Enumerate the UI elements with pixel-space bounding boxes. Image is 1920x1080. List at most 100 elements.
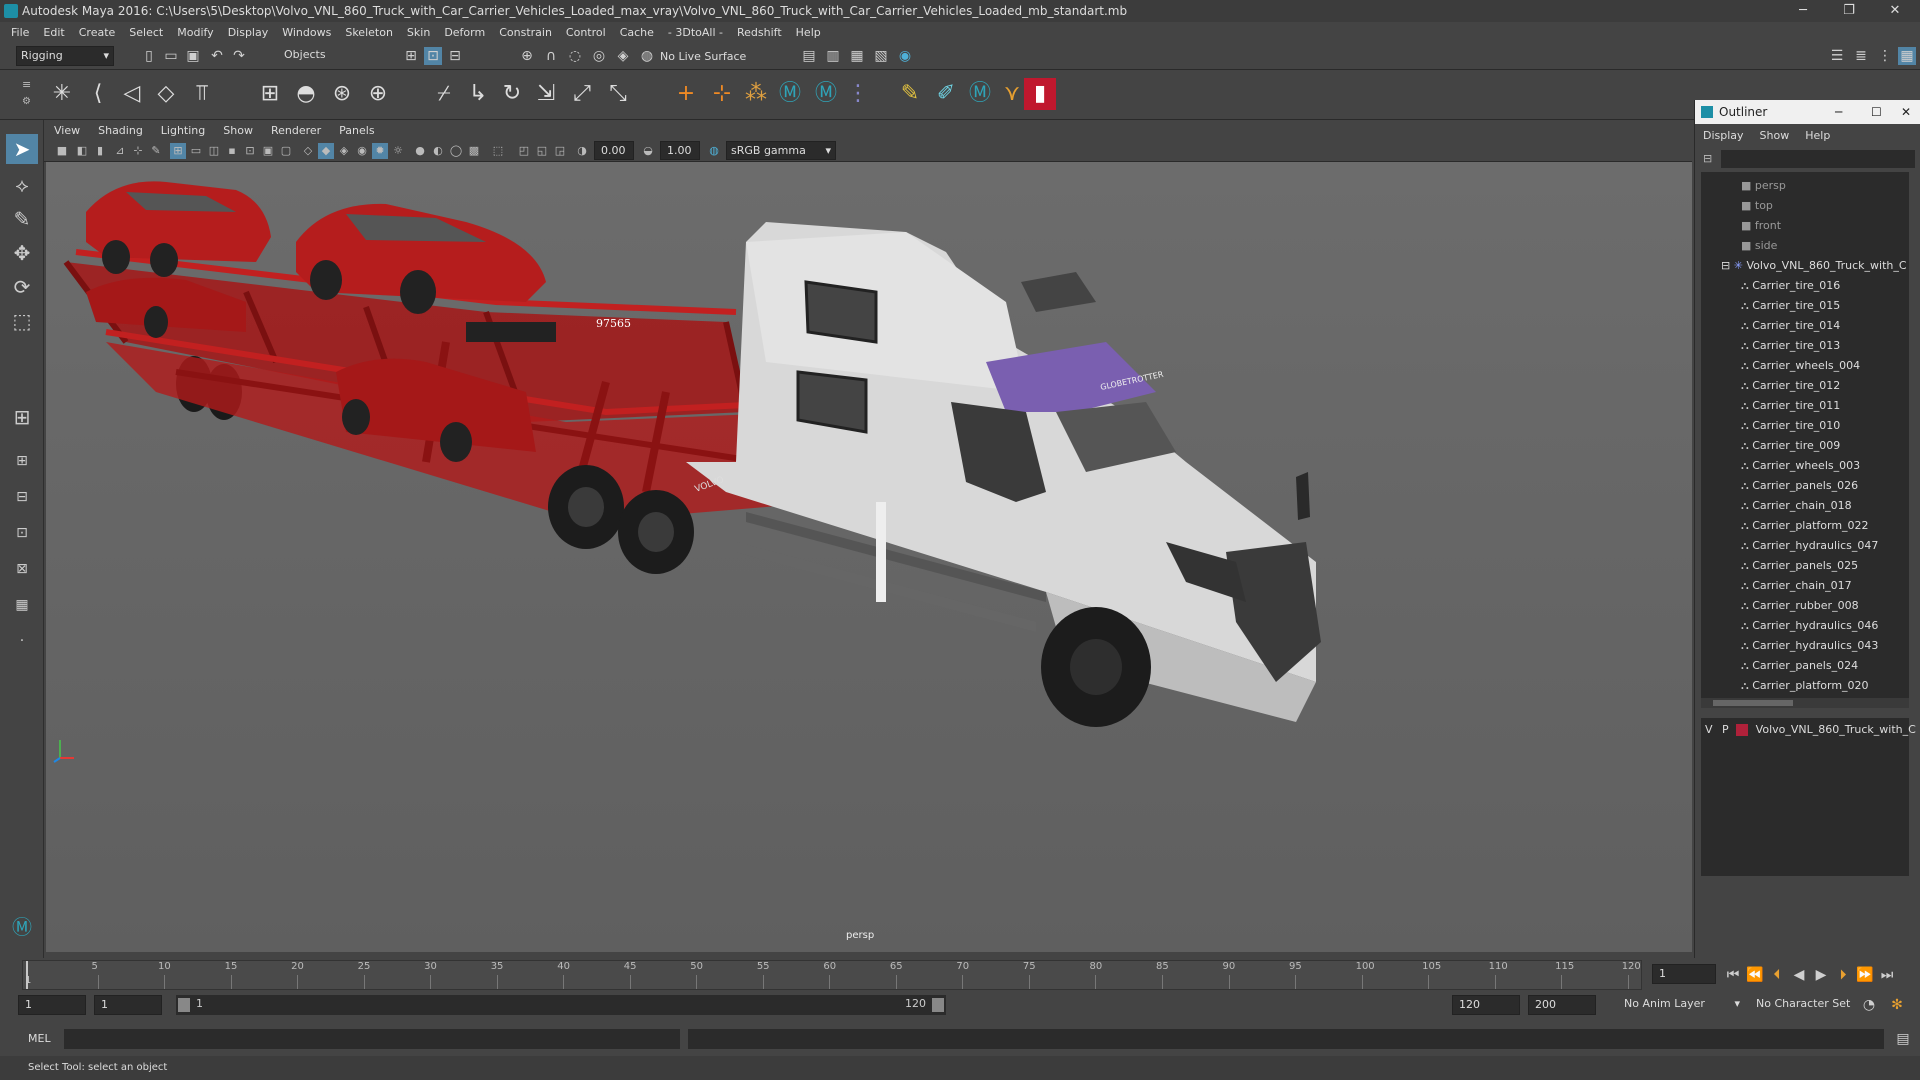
bind-skin-icon[interactable]: ⊞ — [254, 78, 286, 110]
undo-icon[interactable]: ↶ — [208, 47, 226, 65]
snap-point-icon[interactable]: ◌ — [566, 47, 584, 65]
maya-home-icon[interactable]: Ⓜ — [6, 912, 38, 942]
toggle-channel-box-icon[interactable]: ▦ — [1898, 47, 1916, 65]
panel-menu-renderer[interactable]: Renderer — [271, 124, 321, 137]
menu-deform[interactable]: Deform — [444, 26, 485, 39]
shelf-menu-icon[interactable]: ≡ — [22, 78, 31, 91]
outliner-menu-display[interactable]: Display — [1703, 129, 1744, 142]
wireframe-icon[interactable]: ◇ — [300, 143, 316, 159]
outliner-item[interactable]: ⛬ Carrier_platform_022 — [1741, 516, 1869, 536]
panel-menu-lighting[interactable]: Lighting — [161, 124, 205, 137]
menuset-dropdown[interactable]: Rigging ▾ — [16, 46, 114, 66]
character-controls-icon[interactable]: Ⓜ — [810, 78, 842, 110]
step-forward-key-icon[interactable]: ⏩ — [1856, 966, 1874, 984]
time-ruler[interactable]: 1 5 10 15 20 25 30 35 40 45 50 55 60 65 70 75 80 85 90 95 1… — [22, 960, 1642, 990]
anim-layer-dropdown[interactable]: No Anim Layer ▾ — [1620, 995, 1744, 1015]
menu-3dtoall[interactable]: - 3DtoAll - — [668, 26, 723, 39]
component-editor-icon[interactable]: ✐ — [930, 78, 962, 110]
open-scene-icon[interactable]: ▭ — [162, 47, 180, 65]
persp-graph-layout-icon[interactable]: ⊠ — [6, 554, 38, 584]
snap-view-icon[interactable]: ◎ — [590, 47, 608, 65]
ipr-render-icon[interactable]: ▥ — [824, 47, 842, 65]
command-language-toggle[interactable]: MEL — [28, 1032, 51, 1045]
outliner-item-front[interactable]: ■ front — [1741, 216, 1781, 236]
2d-pan-zoom-icon[interactable]: ⊹ — [130, 143, 146, 159]
collapse-icon[interactable]: ⊟ — [1721, 259, 1734, 272]
snap-live-icon[interactable]: ◍ — [638, 47, 656, 65]
menu-create[interactable]: Create — [79, 26, 116, 39]
panel-menu-shading[interactable]: Shading — [98, 124, 143, 137]
character-set-dropdown[interactable]: No Character Set — [1752, 995, 1864, 1015]
menu-control[interactable]: Control — [566, 26, 606, 39]
color-management-icon[interactable]: ◍ — [706, 143, 722, 159]
save-scene-icon[interactable]: ▣ — [184, 47, 202, 65]
outliner-item[interactable]: ⛬ Carrier_wheels_003 — [1741, 456, 1860, 476]
field-chart-icon[interactable]: ⊡ — [242, 143, 258, 159]
outliner-maximize-button[interactable]: ☐ — [1871, 105, 1882, 119]
viewport-persp[interactable]: 97565 GLOBETROTTER VOLVO persp — [46, 162, 1692, 952]
scale-constraint-icon[interactable]: ⇲ — [530, 78, 562, 110]
snap-grid-icon[interactable]: ⊕ — [518, 47, 536, 65]
minimize-button[interactable]: ─ — [1780, 0, 1826, 22]
select-component-icon[interactable]: ⊟ — [446, 47, 464, 65]
gate-mask-icon[interactable]: ▪ — [224, 143, 240, 159]
parent-constraint-icon[interactable]: ⤢ — [566, 78, 598, 110]
outliner-item[interactable]: ⛬ Carrier_tire_011 — [1741, 396, 1840, 416]
lasso-tool-icon[interactable]: ⟡ — [6, 170, 38, 200]
snap-curve-icon[interactable]: ∩ — [542, 47, 560, 65]
exposure-field[interactable]: 0.00 — [594, 141, 634, 160]
outliner-item[interactable]: ⛬ Carrier_panels_025 — [1741, 556, 1858, 576]
cluster-icon[interactable]: ⊕ — [362, 78, 394, 110]
xray-joints-icon[interactable]: ◱ — [534, 143, 550, 159]
step-forward-frame-icon[interactable]: ⏵ — [1834, 966, 1852, 984]
current-frame-field[interactable]: 1 — [1652, 964, 1716, 984]
play-forwards-icon[interactable]: ▶ — [1812, 966, 1830, 984]
layer-visibility-toggle[interactable]: V — [1705, 723, 1713, 736]
outliner-item-side[interactable]: ■ side — [1741, 236, 1777, 256]
safe-title-icon[interactable]: ▢ — [278, 143, 294, 159]
time-slider[interactable]: 1 5 10 15 20 25 30 35 40 45 50 55 60 65 70 75 80 85 90 95 1… — [0, 958, 1920, 992]
start-time-field[interactable]: 1 — [18, 995, 86, 1015]
hypershade-layout-icon[interactable]: ▦ — [6, 590, 38, 620]
xray-components-icon[interactable]: ◲ — [552, 143, 568, 159]
outliner-item[interactable]: ⛬ Carrier_chain_017 — [1741, 576, 1852, 596]
outliner-item[interactable]: ⛬ Carrier_panels_026 — [1741, 476, 1858, 496]
safe-action-icon[interactable]: ▣ — [260, 143, 276, 159]
pole-vector-icon[interactable]: ⤡ — [602, 78, 634, 110]
outliner-item[interactable]: ⛬ Carrier_platform_020 — [1741, 676, 1869, 696]
hypershade-icon[interactable]: ▧ — [872, 47, 890, 65]
play-backwards-icon[interactable]: ◀ — [1790, 966, 1808, 984]
menu-modify[interactable]: Modify — [177, 26, 213, 39]
outliner-item-top[interactable]: ■ top — [1741, 196, 1773, 216]
camera-attributes-icon[interactable]: ◧ — [74, 143, 90, 159]
outliner-tree[interactable]: ■ persp ■ top ■ front ■ side ⊟ ✳ Volvo_V… — [1701, 172, 1909, 698]
snap-surface-icon[interactable]: ◈ — [614, 47, 632, 65]
locator-icon[interactable]: + — [670, 78, 702, 110]
four-view-layout-icon[interactable]: ⊟ — [6, 482, 38, 512]
motion-blur-icon[interactable]: ◐ — [430, 143, 446, 159]
render-view-icon[interactable]: ◉ — [896, 47, 914, 65]
wireframe-on-shaded-icon[interactable]: ◈ — [336, 143, 352, 159]
panel-menu-show[interactable]: Show — [223, 124, 253, 137]
toggle-attribute-editor-icon[interactable]: ≣ — [1852, 47, 1870, 65]
isolate-select-icon[interactable]: ⬚ — [490, 143, 506, 159]
menu-redshift[interactable]: Redshift — [737, 26, 782, 39]
paint-weights-icon[interactable]: ✎ — [894, 78, 926, 110]
menu-cache[interactable]: Cache — [620, 26, 654, 39]
outliner-item[interactable]: ⛬ Carrier_hydraulics_043 — [1741, 636, 1878, 656]
menu-help[interactable]: Help — [796, 26, 821, 39]
outliner-menu-help[interactable]: Help — [1805, 129, 1830, 142]
toggle-modeling-toolkit-icon[interactable]: ☰ — [1828, 47, 1846, 65]
aim-constraint-icon[interactable]: ↳ — [462, 78, 494, 110]
bookmark-icon[interactable]: ▮ — [92, 143, 108, 159]
outliner-item[interactable]: ⛬ Carrier_tire_013 — [1741, 336, 1840, 356]
render-frame-icon[interactable]: ▤ — [800, 47, 818, 65]
close-button[interactable]: ✕ — [1872, 0, 1918, 22]
panel-menu-view[interactable]: View — [54, 124, 80, 137]
menu-windows[interactable]: Windows — [282, 26, 331, 39]
outliner-item[interactable]: ⛬ Carrier_panels_024 — [1741, 656, 1858, 676]
persp-outliner-layout-icon[interactable]: ⊡ — [6, 518, 38, 548]
step-back-frame-icon[interactable]: ⏴ — [1768, 966, 1786, 984]
selection-mode-dropdown[interactable]: Objects — [280, 46, 376, 66]
show-manipulator-icon[interactable]: ⊞ — [6, 402, 38, 432]
